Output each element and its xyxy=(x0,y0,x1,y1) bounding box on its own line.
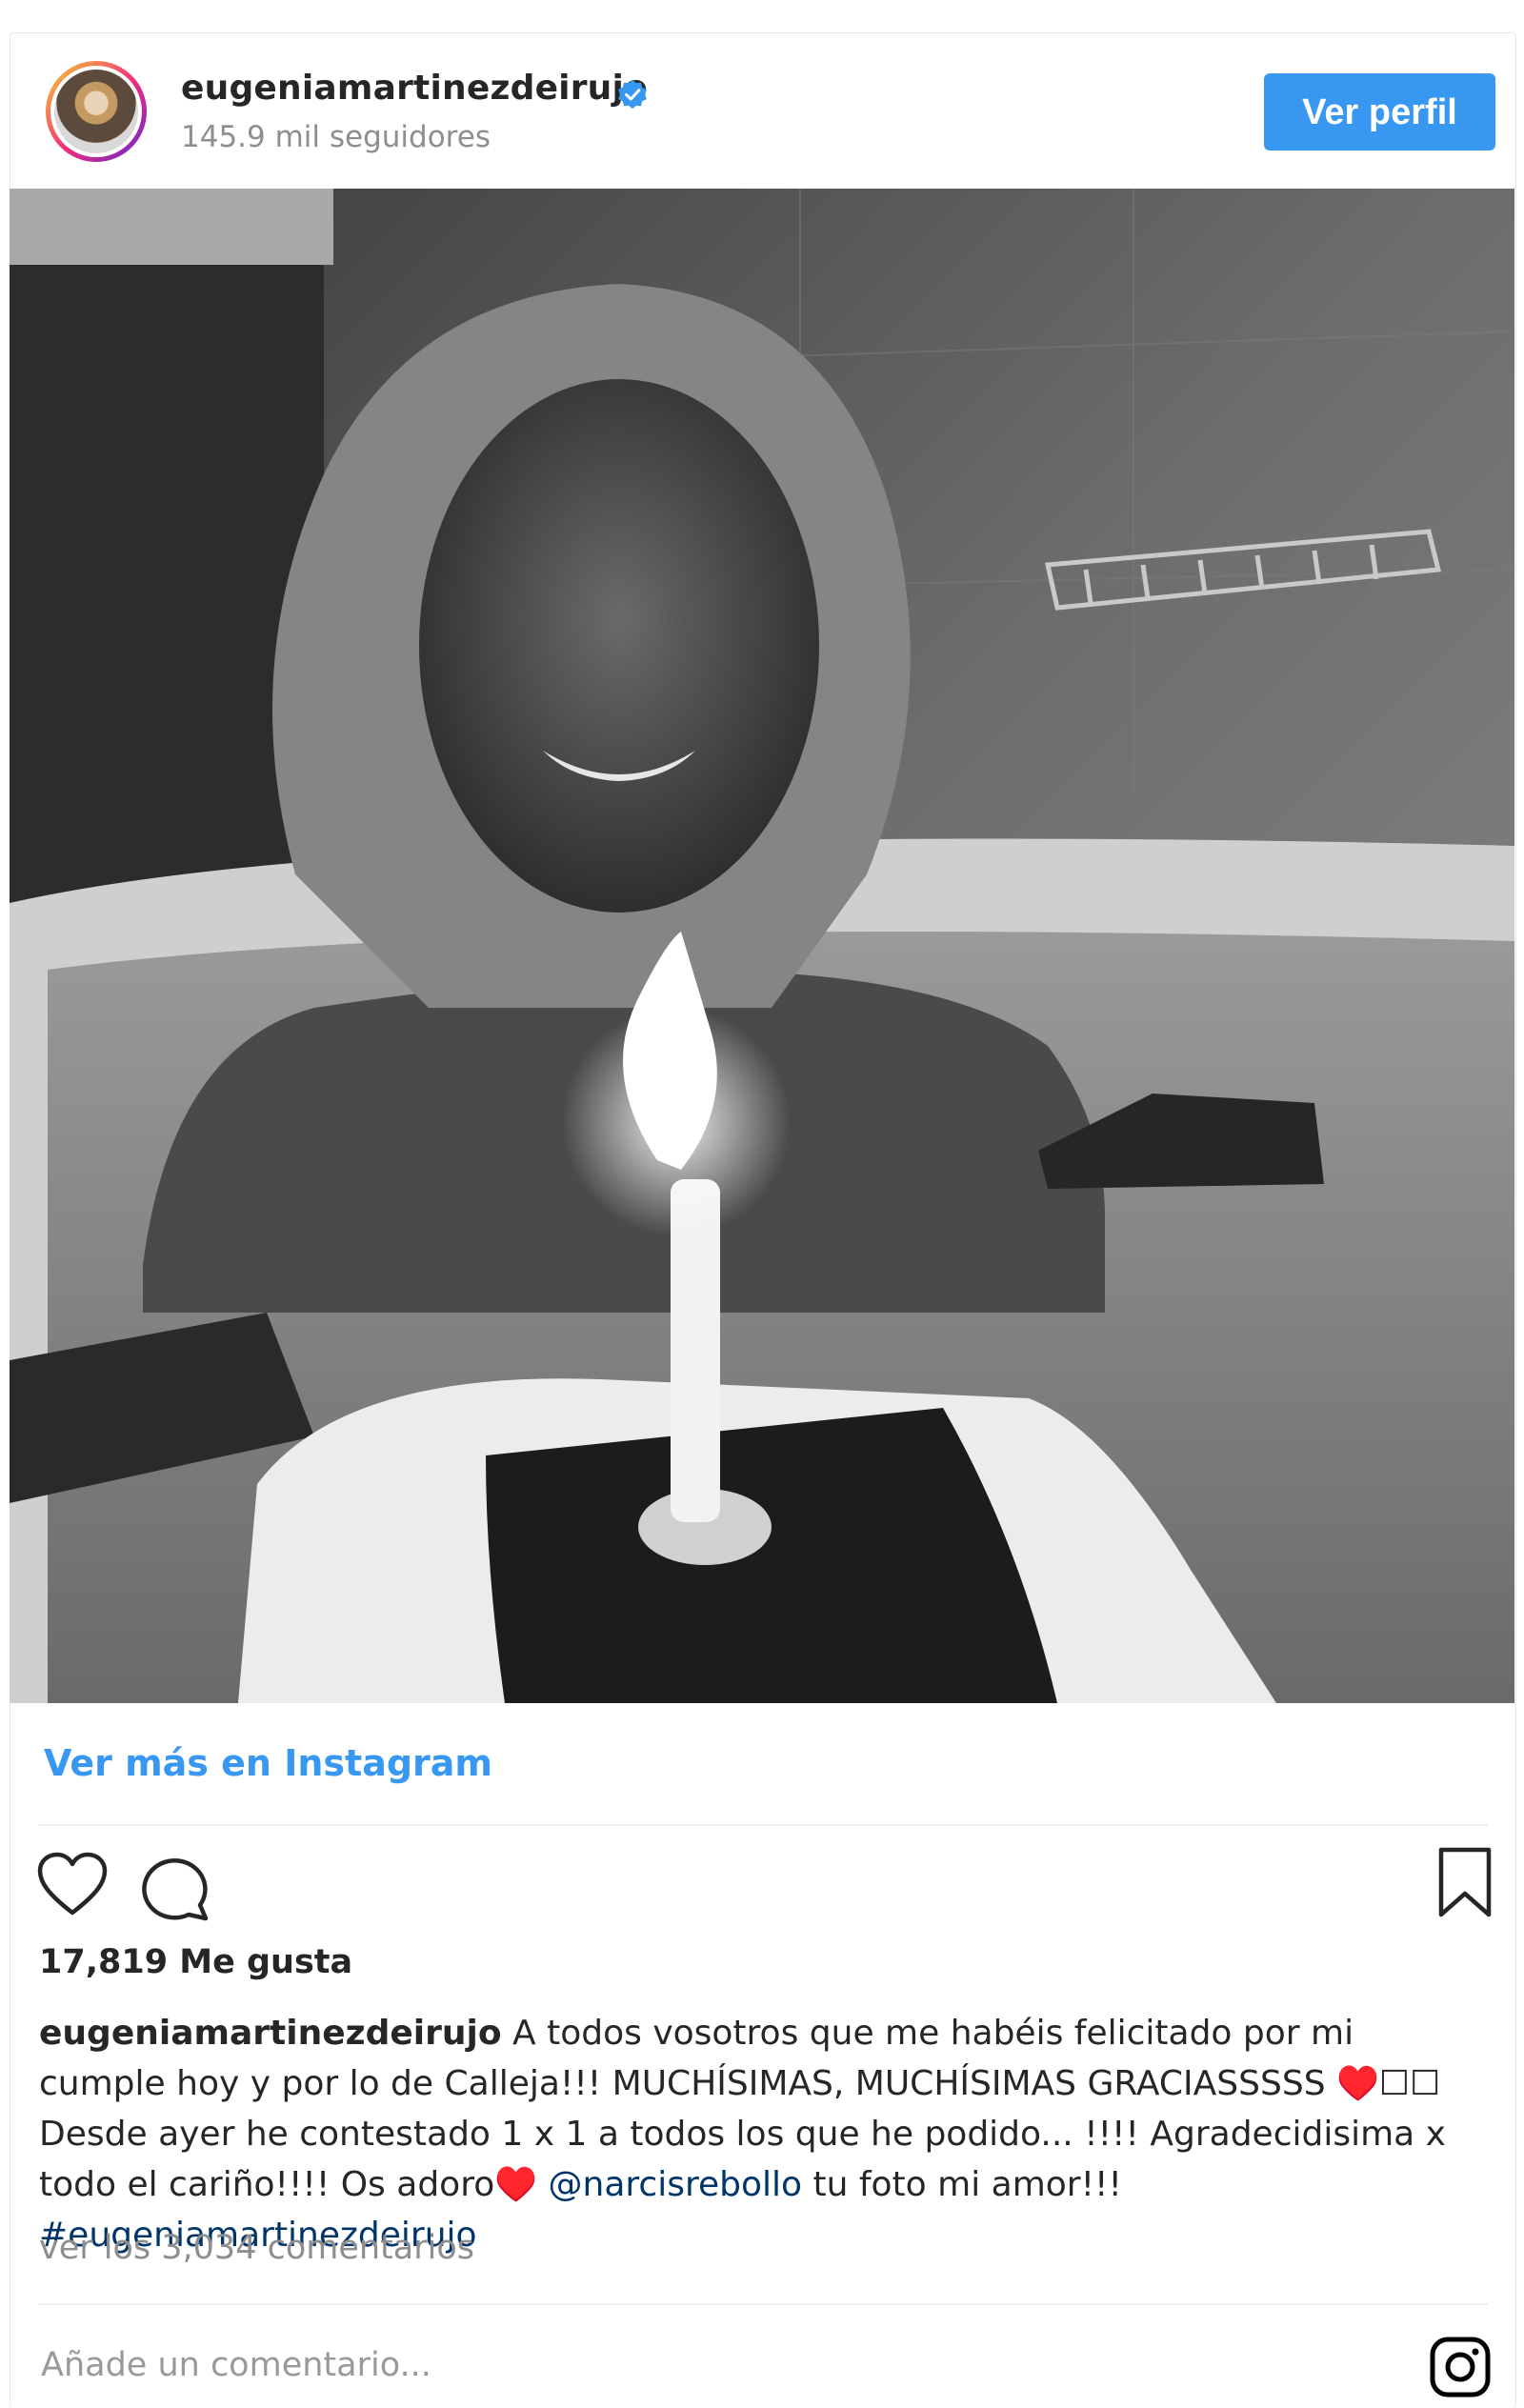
view-comments-link[interactable]: ver los 3,034 comentarios xyxy=(39,2229,474,2267)
instagram-logo-icon[interactable] xyxy=(1429,2336,1492,2398)
verified-badge-icon xyxy=(618,79,647,110)
comment-input[interactable] xyxy=(39,2345,1376,2385)
caption-text-2: tu foto mi amor!!! xyxy=(812,2165,1122,2204)
post-caption: eugeniamartinezdeirujo A todos vosotros … xyxy=(39,2008,1487,2260)
heart-icon[interactable] xyxy=(36,1852,109,1918)
post-photo[interactable] xyxy=(10,189,1514,1703)
follower-count: 145.9 mil seguidores xyxy=(181,120,491,154)
like-count[interactable]: 17,819 Me gusta xyxy=(39,1943,352,1981)
comment-icon[interactable] xyxy=(139,1850,211,1922)
caption-mention-link[interactable]: @narcisrebollo xyxy=(549,2165,803,2204)
view-profile-button[interactable]: Ver perfil xyxy=(1264,73,1495,150)
divider xyxy=(38,1824,1488,1826)
view-more-on-instagram-link[interactable]: Ver más en Instagram xyxy=(44,1742,492,1784)
username[interactable]: eugeniamartinezdeirujo xyxy=(181,69,648,108)
caption-username[interactable]: eugeniamartinezdeirujo xyxy=(39,2014,502,2053)
avatar[interactable] xyxy=(46,61,147,162)
post-photo-image xyxy=(10,189,1514,1703)
divider xyxy=(38,2303,1488,2305)
bookmark-icon[interactable] xyxy=(1436,1846,1494,1918)
avatar-photo xyxy=(54,70,138,153)
